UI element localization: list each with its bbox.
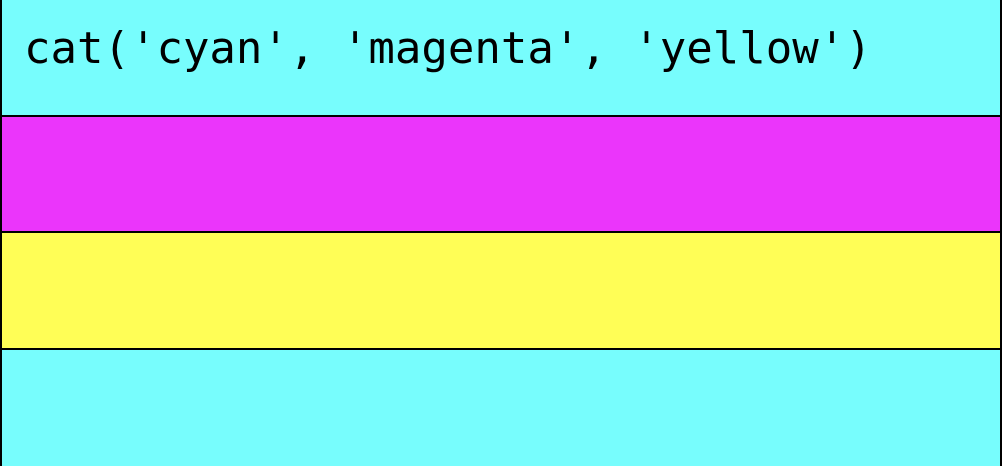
band-divider	[2, 348, 1000, 350]
magenta-band	[2, 116, 1000, 233]
color-band-stack: cat('cyan', 'magenta', 'yellow')	[0, 0, 1002, 466]
cyan-band-top: cat('cyan', 'magenta', 'yellow')	[2, 0, 1000, 116]
band-divider	[2, 115, 1000, 117]
cyan-band-bottom	[2, 349, 1000, 466]
band-divider	[2, 231, 1000, 233]
yellow-band	[2, 233, 1000, 349]
code-line: cat('cyan', 'magenta', 'yellow')	[24, 23, 872, 74]
